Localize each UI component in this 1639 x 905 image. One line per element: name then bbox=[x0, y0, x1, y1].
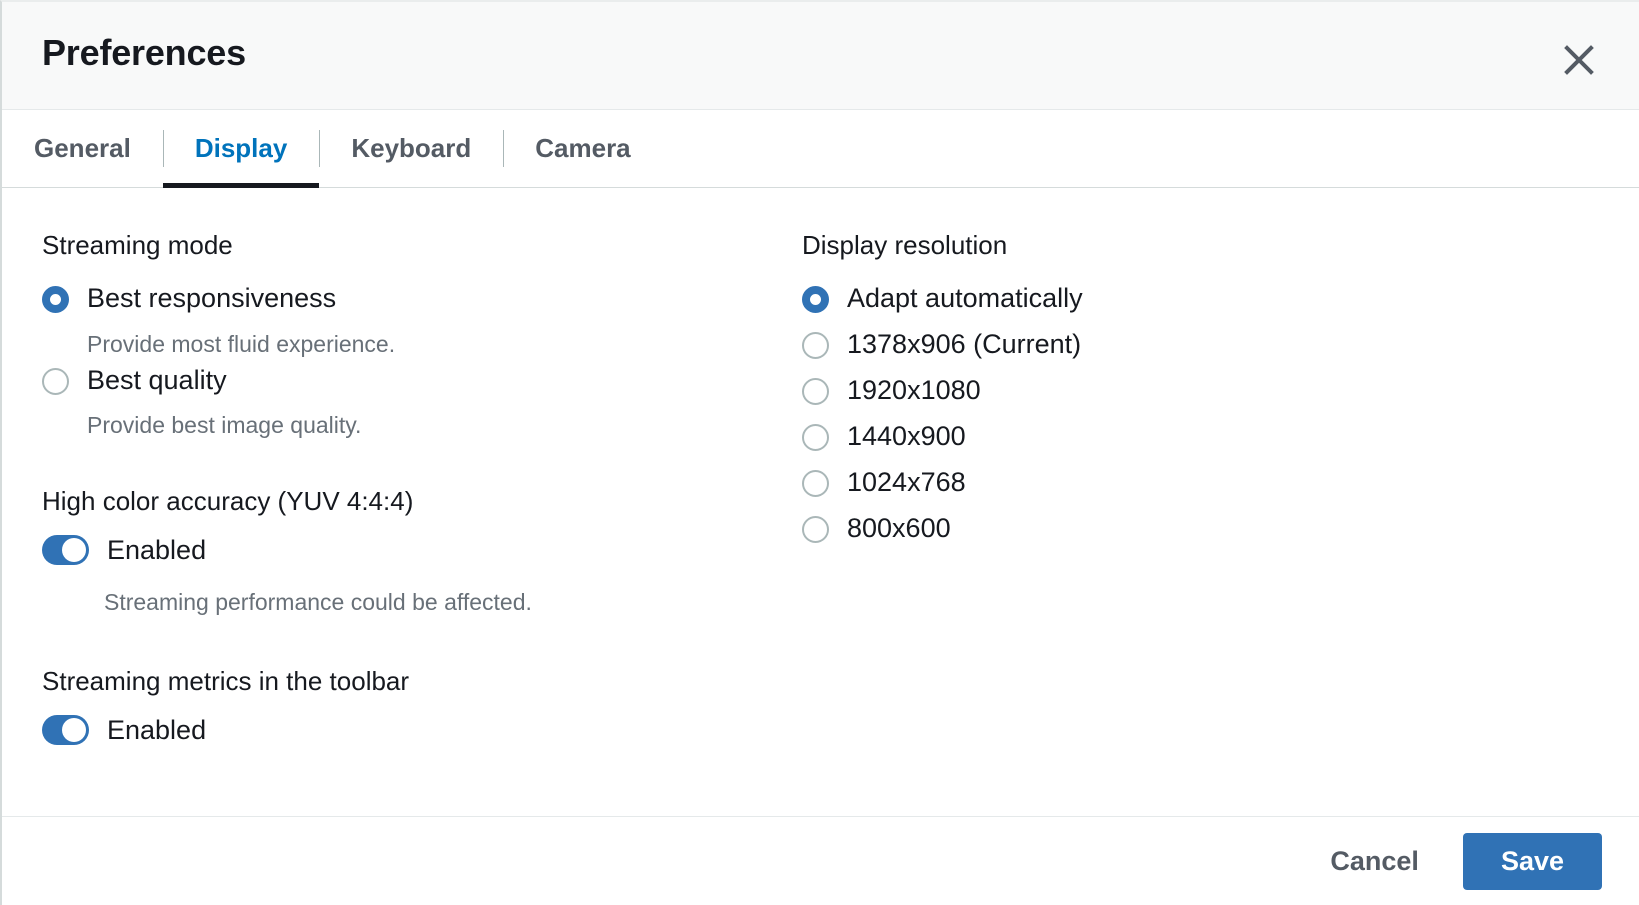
tab-label: Display bbox=[195, 133, 288, 164]
display-resolution-title: Display resolution bbox=[802, 230, 1007, 261]
tab-display[interactable]: Display bbox=[163, 110, 320, 187]
radio-option-1024x768[interactable]: 1024x768 bbox=[802, 470, 966, 497]
dialog-body: Streaming mode Best responsiveness Provi… bbox=[2, 188, 1639, 816]
toggle-knob bbox=[62, 538, 86, 562]
cancel-button[interactable]: Cancel bbox=[1308, 832, 1441, 891]
streaming-mode-title: Streaming mode bbox=[42, 230, 233, 261]
radio-label: Adapt automatically bbox=[847, 285, 1083, 312]
radio-option-1378x906[interactable]: 1378x906 (Current) bbox=[802, 332, 1081, 359]
radio-label: 1920x1080 bbox=[847, 377, 981, 404]
tab-camera[interactable]: Camera bbox=[503, 110, 662, 187]
save-button[interactable]: Save bbox=[1463, 833, 1602, 890]
streaming-mode-group: Streaming mode bbox=[42, 230, 233, 261]
toggle-streaming-metrics[interactable] bbox=[42, 715, 89, 745]
high-color-accuracy-description: Streaming performance could be affected. bbox=[104, 591, 532, 614]
toggle-row-streaming-metrics[interactable]: Enabled bbox=[42, 715, 206, 745]
radio-option-best-responsiveness[interactable]: Best responsiveness bbox=[42, 286, 336, 313]
toggle-high-color-accuracy[interactable] bbox=[42, 535, 89, 565]
radio-label: Best responsiveness bbox=[87, 285, 336, 312]
high-color-accuracy-title: High color accuracy (YUV 4:4:4) bbox=[42, 486, 413, 517]
tab-label: Keyboard bbox=[351, 133, 471, 164]
toggle-row-high-color-accuracy[interactable]: Enabled bbox=[42, 535, 206, 565]
toggle-knob bbox=[62, 718, 86, 742]
radio-indicator[interactable] bbox=[42, 368, 69, 395]
radio-option-1440x900[interactable]: 1440x900 bbox=[802, 424, 966, 451]
radio-indicator[interactable] bbox=[802, 470, 829, 497]
radio-option-best-quality[interactable]: Best quality bbox=[42, 368, 227, 395]
close-button[interactable] bbox=[1554, 35, 1604, 85]
streaming-metrics-title: Streaming metrics in the toolbar bbox=[42, 666, 409, 697]
toggle-label: Enabled bbox=[107, 717, 206, 744]
page-title: Preferences bbox=[42, 32, 246, 74]
radio-option-1920x1080[interactable]: 1920x1080 bbox=[802, 378, 981, 405]
radio-option-adapt-automatically[interactable]: Adapt automatically bbox=[802, 286, 1083, 313]
close-icon bbox=[1562, 43, 1596, 77]
radio-indicator[interactable] bbox=[802, 332, 829, 359]
radio-indicator[interactable] bbox=[802, 516, 829, 543]
tab-general[interactable]: General bbox=[2, 110, 163, 187]
radio-indicator[interactable] bbox=[802, 286, 829, 313]
radio-label: 1024x768 bbox=[847, 469, 966, 496]
preferences-dialog: Preferences General Display Keyboard Cam… bbox=[0, 0, 1639, 905]
tab-label: Camera bbox=[535, 133, 630, 164]
radio-label: 800x600 bbox=[847, 515, 951, 542]
tab-label: General bbox=[34, 133, 131, 164]
dialog-header: Preferences bbox=[2, 2, 1639, 110]
radio-label: 1378x906 (Current) bbox=[847, 331, 1081, 358]
toggle-label: Enabled bbox=[107, 537, 206, 564]
radio-indicator[interactable] bbox=[802, 378, 829, 405]
dialog-footer: Cancel Save bbox=[2, 816, 1639, 905]
radio-option-800x600[interactable]: 800x600 bbox=[802, 516, 951, 543]
radio-label: 1440x900 bbox=[847, 423, 966, 450]
tab-keyboard[interactable]: Keyboard bbox=[319, 110, 503, 187]
tab-bar: General Display Keyboard Camera bbox=[2, 110, 1639, 188]
radio-indicator[interactable] bbox=[42, 286, 69, 313]
radio-description: Provide most fluid experience. bbox=[87, 333, 395, 356]
radio-indicator[interactable] bbox=[802, 424, 829, 451]
radio-label: Best quality bbox=[87, 367, 227, 394]
radio-description: Provide best image quality. bbox=[87, 414, 361, 437]
